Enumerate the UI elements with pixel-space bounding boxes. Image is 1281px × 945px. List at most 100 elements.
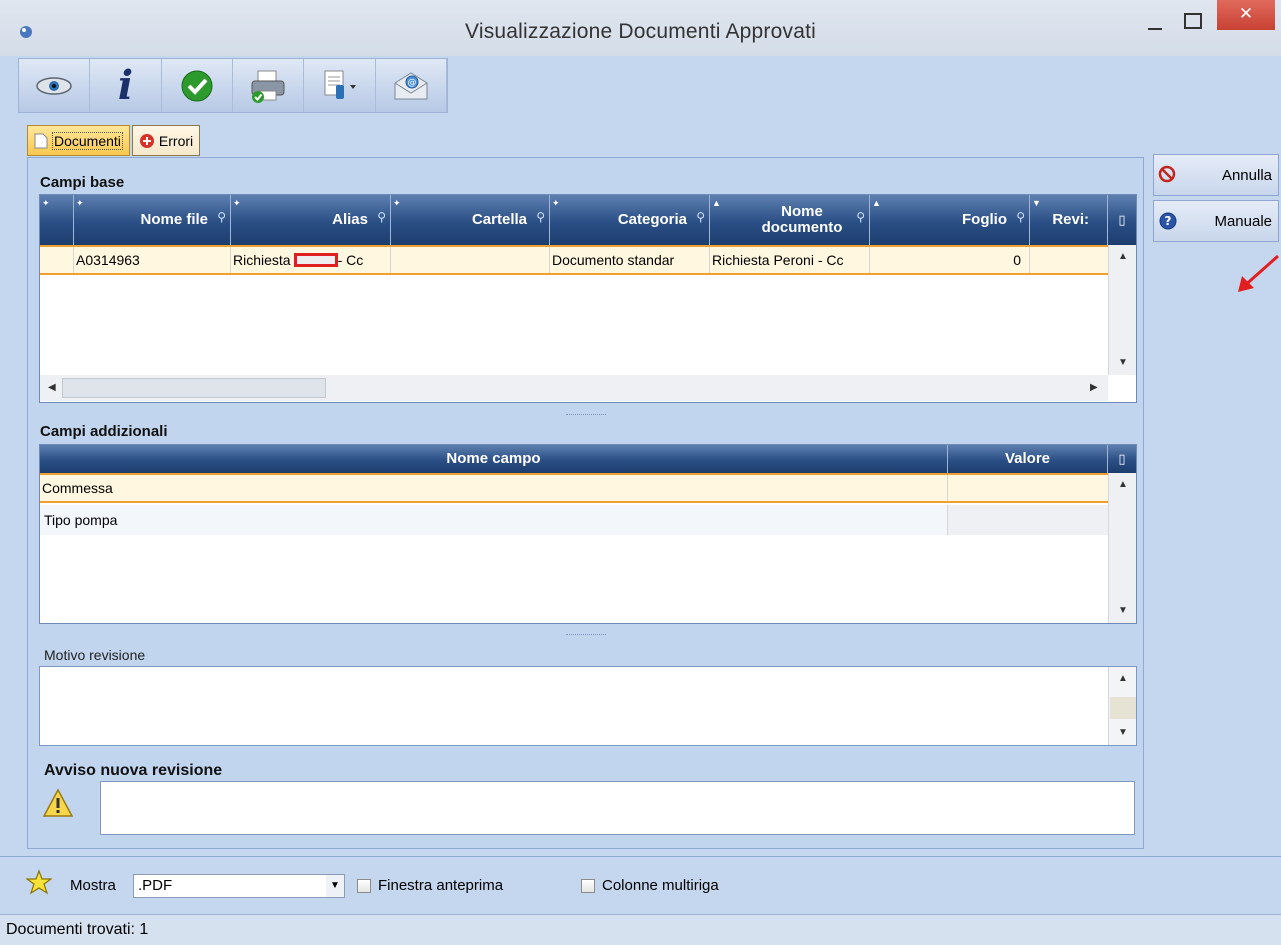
mostra-select[interactable]: .PDF ▼ <box>133 874 345 898</box>
view-button[interactable] <box>19 59 91 112</box>
scroll-down-icon[interactable]: ▼ <box>1118 605 1128 616</box>
maximize-icon <box>1184 13 1202 29</box>
status-bar: Documenti trovati: 1 <box>0 914 1281 945</box>
cell-categoria: Documento standar <box>550 247 710 273</box>
scroll-right-icon[interactable]: ▶ <box>1090 382 1098 393</box>
filter-icon: ⚲ <box>377 210 386 224</box>
cancel-icon <box>1158 165 1176 183</box>
status-text: Documenti trovati: 1 <box>6 921 149 938</box>
col-categoria[interactable]: ✦ Categoria ⚲ <box>550 195 710 245</box>
scroll-left-icon[interactable]: ◀ <box>48 382 56 393</box>
column-chooser-icon: ▯ <box>1118 451 1126 466</box>
horizontal-scroll-thumb[interactable] <box>62 378 326 398</box>
cell-valore <box>948 505 1108 535</box>
mostra-label: Mostra <box>70 877 116 894</box>
column-chooser-button[interactable]: ▯ <box>1108 445 1136 473</box>
avviso-textbox[interactable] <box>100 781 1135 835</box>
toolbar: i @ <box>18 58 448 113</box>
tab-documenti[interactable]: Documenti <box>27 125 130 156</box>
col-alias[interactable]: ✦ Alias ⚲ <box>231 195 391 245</box>
help-icon: ? <box>1159 212 1177 230</box>
document-dropdown-icon <box>324 70 357 99</box>
row-indicator-header: ✦ <box>40 195 74 245</box>
close-button[interactable]: ✕ <box>1217 0 1275 30</box>
tab-strip: Documenti Errori <box>27 125 201 157</box>
splitter-handle[interactable] <box>566 414 606 416</box>
vertical-scrollbar[interactable]: ▲ ▼ <box>1108 667 1136 745</box>
warning-icon <box>42 788 74 817</box>
error-icon <box>139 133 154 148</box>
cell-cartella <box>391 247 550 273</box>
table-row[interactable]: Tipo pompa <box>40 505 1108 535</box>
scroll-down-icon[interactable]: ▼ <box>1118 357 1128 368</box>
col-revisione[interactable]: ▼ Revi: <box>1030 195 1108 245</box>
maximize-button[interactable] <box>1178 10 1208 36</box>
printer-icon <box>251 70 285 103</box>
filter-icon: ⚲ <box>217 210 226 224</box>
main-window: Visualizzazione Documenti Approvati ✕ i <box>0 0 1281 945</box>
column-chooser-button[interactable]: ▯ <box>1108 195 1136 245</box>
col-nome-file[interactable]: ✦ Nome file ⚲ <box>74 195 231 245</box>
campi-addizionali-title: Campi addizionali <box>40 423 168 440</box>
column-chooser-icon: ▯ <box>1118 212 1126 227</box>
scroll-thumb[interactable] <box>1110 697 1136 719</box>
cell-nome-campo: Commessa <box>40 475 948 501</box>
colonne-multiriga-checkbox[interactable] <box>581 879 595 893</box>
col-nome-documento[interactable]: ▲ Nome documento ⚲ <box>710 195 870 245</box>
col-nome-campo[interactable]: Nome campo <box>40 445 948 473</box>
minimize-button[interactable] <box>1140 14 1170 40</box>
cell-foglio: 0 <box>870 247 1030 273</box>
info-button[interactable]: i <box>90 59 162 112</box>
filter-icon: ⚲ <box>1016 210 1025 224</box>
col-cartella[interactable]: ✦ Cartella ⚲ <box>391 195 550 245</box>
col-foglio[interactable]: ▲ Foglio ⚲ <box>870 195 1030 245</box>
document-icon <box>34 133 48 148</box>
horizontal-scrollbar[interactable]: ◀ ▶ <box>40 375 1108 401</box>
avviso-title: Avviso nuova revisione <box>44 762 223 779</box>
scroll-up-icon[interactable]: ▲ <box>1118 673 1128 684</box>
bottom-bar: Mostra .PDF ▼ Finestra anteprima Colonne… <box>0 856 1281 914</box>
campi-base-header: ✦ ✦ Nome file ⚲ ✦ Alias ⚲ ✦ Cartella ⚲ ✦ Catego… <box>40 195 1136 245</box>
table-row[interactable]: A0314963 Richiesta - Cc Documento standa… <box>40 245 1108 275</box>
approve-check-icon <box>181 70 213 101</box>
cell-valore <box>948 475 1108 501</box>
filter-icon: ⚲ <box>856 210 865 224</box>
title-bar: Visualizzazione Documenti Approvati ✕ <box>0 0 1281 56</box>
tab-documenti-label: Documenti <box>52 131 123 150</box>
scroll-up-icon[interactable]: ▲ <box>1118 479 1128 490</box>
motivo-revisione-label: Motivo revisione <box>44 647 146 663</box>
svg-text:@: @ <box>407 78 416 88</box>
motivo-revisione-textarea[interactable]: ▲ ▼ <box>39 666 1137 746</box>
document-menu-button[interactable] <box>304 59 376 112</box>
star-icon[interactable] <box>26 869 52 895</box>
email-icon: @ <box>394 71 428 99</box>
campi-base-grid: ✦ ✦ Nome file ⚲ ✦ Alias ⚲ ✦ Cartella ⚲ ✦ Catego… <box>39 194 1137 403</box>
documenti-panel: Campi base ✦ ✦ Nome file ⚲ ✦ Alias ⚲ ✦ Cartel… <box>27 157 1144 849</box>
vertical-scrollbar[interactable]: ▲ ▼ <box>1108 473 1136 623</box>
eye-icon <box>36 76 72 95</box>
redaction-box <box>293 253 338 267</box>
col-valore[interactable]: Valore <box>948 445 1108 473</box>
filter-icon: ⚲ <box>536 210 545 224</box>
print-button[interactable] <box>233 59 305 112</box>
finestra-anteprima-checkbox[interactable] <box>357 879 371 893</box>
window-title: Visualizzazione Documenti Approvati <box>465 20 816 43</box>
campi-base-title: Campi base <box>40 174 125 191</box>
manuale-button[interactable]: ? Manuale <box>1153 200 1279 242</box>
annulla-button[interactable]: Annulla <box>1153 154 1279 196</box>
scroll-up-icon[interactable]: ▲ <box>1118 251 1128 262</box>
finestra-anteprima-label: Finestra anteprima <box>378 877 504 894</box>
close-icon: ✕ <box>1238 4 1254 23</box>
splitter-handle[interactable] <box>566 634 606 636</box>
tab-errori[interactable]: Errori <box>131 125 201 156</box>
chevron-down-icon[interactable]: ▼ <box>326 875 344 897</box>
table-row[interactable]: Commessa <box>40 473 1108 503</box>
scroll-down-icon[interactable]: ▼ <box>1118 727 1128 738</box>
cell-nome-documento: Richiesta Peroni - Cc <box>710 247 870 273</box>
info-icon: i <box>117 62 134 109</box>
email-button[interactable]: @ <box>376 59 447 112</box>
tab-errori-label: Errori <box>158 132 194 149</box>
filter-icon: ⚲ <box>696 210 705 224</box>
vertical-scrollbar[interactable]: ▲ ▼ <box>1108 245 1136 375</box>
approve-button[interactable] <box>162 59 233 112</box>
